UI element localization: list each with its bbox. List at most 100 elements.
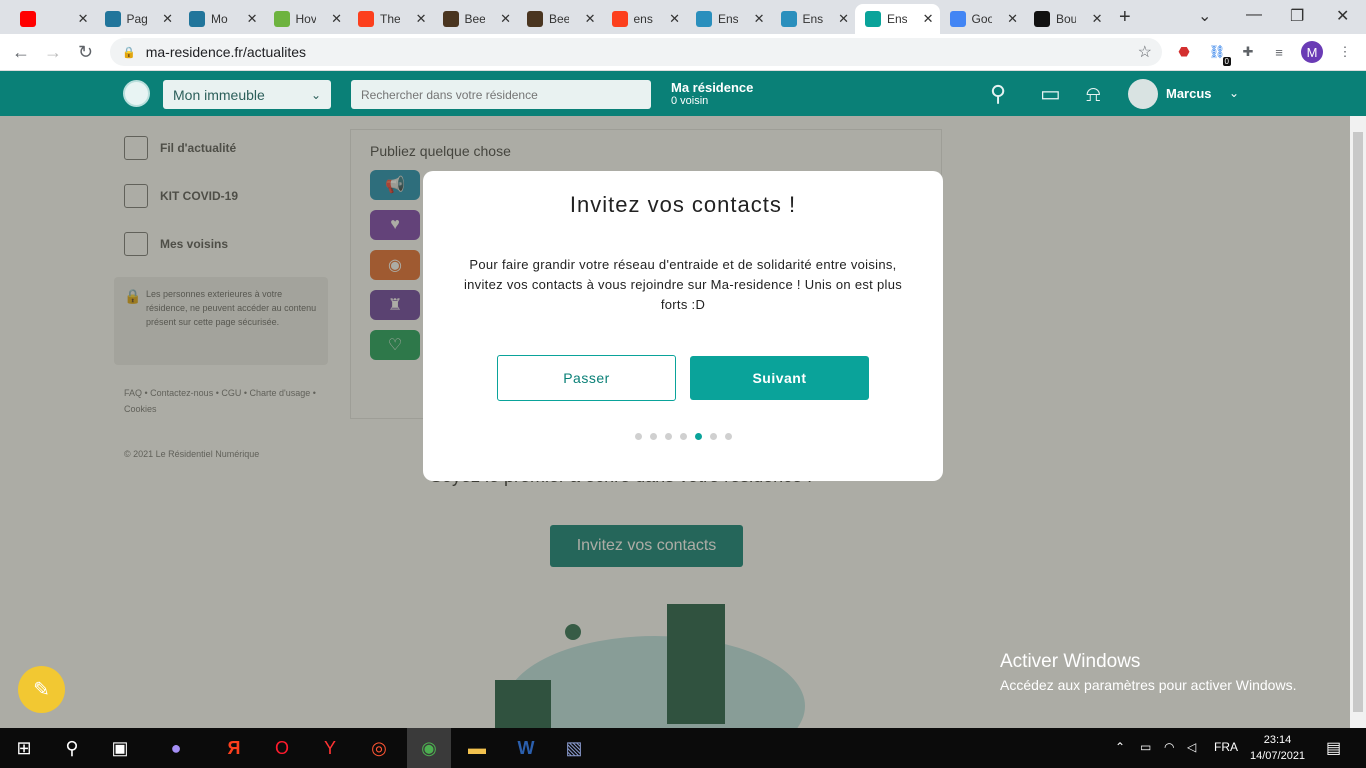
- tab-9[interactable]: Ens ✕: [686, 4, 771, 34]
- d-icon: [1034, 11, 1050, 27]
- app-icon[interactable]: ▧: [562, 736, 586, 760]
- volume-icon[interactable]: ◁: [1187, 740, 1196, 754]
- browser-tab-bar: ✕ Pag ✕ Mo ✕ Hov ✕ The ✕ Bee ✕ Bee ✕ ens ✕ Ens ✕ Ens ✕ Ens ✕…: [0, 0, 1366, 34]
- building-select-label: Mon immeuble: [173, 86, 265, 103]
- language-indicator[interactable]: FRA: [1214, 740, 1238, 754]
- close-tab-icon[interactable]: ✕: [78, 11, 89, 27]
- tab-title: Ens: [718, 12, 738, 26]
- yandex-browser-icon[interactable]: Y: [318, 736, 342, 760]
- tab-1[interactable]: ✕: [10, 4, 95, 34]
- tab-12[interactable]: Goo ✕: [940, 4, 1025, 34]
- link-extension-icon[interactable]: ⛓ 0: [1207, 42, 1231, 66]
- battery-icon[interactable]: ▭: [1140, 740, 1151, 754]
- close-tab-icon[interactable]: ✕: [1007, 11, 1018, 27]
- close-tab-icon[interactable]: ✕: [585, 11, 596, 27]
- close-tab-icon[interactable]: ✕: [923, 11, 934, 27]
- close-tab-icon[interactable]: ✕: [1092, 11, 1103, 27]
- page-scrollbar[interactable]: [1350, 116, 1366, 728]
- ma-residence-icon: [865, 11, 881, 27]
- opera-icon[interactable]: O: [270, 736, 294, 760]
- word-icon[interactable]: W: [514, 736, 538, 760]
- forward-icon[interactable]: →: [44, 42, 62, 63]
- reload-icon[interactable]: ↻: [78, 42, 93, 63]
- url-text: ma-residence.fr/actualites: [145, 44, 306, 60]
- close-tab-icon[interactable]: ✕: [838, 11, 849, 27]
- extensions-puzzle-icon[interactable]: ✚: [1238, 42, 1258, 62]
- media-control-icon[interactable]: ≡: [1269, 42, 1289, 62]
- close-tab-icon[interactable]: ✕: [331, 11, 342, 27]
- bookmark-star-icon[interactable]: ☆: [1138, 42, 1152, 62]
- file-explorer-icon[interactable]: ▬: [465, 736, 489, 760]
- step-dot[interactable]: [710, 433, 717, 440]
- feedback-fab[interactable]: ✎: [18, 666, 65, 713]
- skip-button[interactable]: Passer: [497, 355, 676, 401]
- user-avatar[interactable]: [1128, 79, 1158, 109]
- clock[interactable]: 23:14 14/07/2021: [1250, 732, 1305, 764]
- wifi-icon[interactable]: ◠: [1164, 740, 1174, 754]
- new-tab-icon[interactable]: +: [1119, 6, 1131, 29]
- next-button[interactable]: Suivant: [690, 356, 869, 400]
- step-dot[interactable]: [725, 433, 732, 440]
- close-window-icon[interactable]: ✕: [1336, 6, 1349, 26]
- tab-13[interactable]: Bou ✕: [1024, 4, 1109, 34]
- watermark-subtitle: Accédez aux paramètres pour activer Wind…: [1000, 677, 1297, 693]
- windows-start-icon[interactable]: ⊞: [12, 736, 36, 760]
- tab-title: Bee: [464, 12, 485, 26]
- search-input[interactable]: [351, 80, 651, 109]
- close-tab-icon[interactable]: ✕: [416, 11, 427, 27]
- add-user-icon[interactable]: ⚲: [990, 81, 1006, 107]
- restore-icon[interactable]: ❐: [1290, 6, 1304, 26]
- close-tab-icon[interactable]: ✕: [162, 11, 173, 27]
- tab-6[interactable]: Bee ✕: [433, 4, 518, 34]
- notifications-icon[interactable]: ▤: [1326, 738, 1341, 758]
- profile-avatar[interactable]: M: [1301, 41, 1323, 63]
- tab-3[interactable]: Mo ✕: [179, 4, 264, 34]
- step-dot[interactable]: [650, 433, 657, 440]
- step-dot[interactable]: [635, 433, 642, 440]
- tab-7[interactable]: Bee ✕: [517, 4, 602, 34]
- tab-11[interactable]: Ens ✕: [855, 4, 940, 34]
- step-dot[interactable]: [665, 433, 672, 440]
- bell-icon[interactable]: ⍾: [1086, 81, 1101, 107]
- minimize-icon[interactable]: —: [1246, 6, 1262, 24]
- menu-kebab-icon[interactable]: ⋮: [1335, 42, 1355, 62]
- search-icon[interactable]: ⚲: [60, 736, 84, 760]
- lock-icon: 🔒: [122, 46, 136, 59]
- tab-title: The: [380, 12, 400, 26]
- invite-modal: Invitez vos contacts ! Pour faire grandi…: [423, 171, 943, 481]
- user-name[interactable]: Marcus: [1166, 86, 1212, 101]
- alice-icon[interactable]: ●: [164, 736, 188, 760]
- tab-8[interactable]: ens ✕: [602, 4, 687, 34]
- tab-2[interactable]: Pag ✕: [95, 4, 180, 34]
- tab-title: Pag: [126, 12, 147, 26]
- building-select[interactable]: Mon immeuble ⌄: [163, 80, 331, 109]
- tab-10[interactable]: Ens ✕: [771, 4, 856, 34]
- step-dot[interactable]: [680, 433, 687, 440]
- chrome-icon[interactable]: ◉: [407, 728, 451, 768]
- residence-title: Ma résidence: [671, 80, 754, 95]
- tab-title: Ens: [887, 12, 907, 26]
- tab-search-icon[interactable]: ⌄: [1198, 6, 1211, 26]
- tray-chevron-icon[interactable]: ⌃: [1115, 740, 1125, 754]
- task-view-icon[interactable]: ▣: [108, 736, 132, 760]
- close-tab-icon[interactable]: ✕: [754, 11, 765, 27]
- windows-activation-watermark: Activer Windows Accédez aux paramètres p…: [1000, 651, 1296, 693]
- extension-badge: 0: [1222, 57, 1231, 66]
- browser-toolbar: ← → ↻ 🔒 ma-residence.fr/actualites ☆ ⬣ ⛓…: [0, 34, 1366, 71]
- chevron-down-icon[interactable]: ⌄: [1229, 86, 1239, 100]
- address-bar[interactable]: 🔒 ma-residence.fr/actualites ☆: [110, 38, 1162, 66]
- close-tab-icon[interactable]: ✕: [500, 11, 511, 27]
- tab-title: ens: [633, 12, 653, 26]
- tab-4[interactable]: Hov ✕: [264, 4, 349, 34]
- close-tab-icon[interactable]: ✕: [247, 11, 258, 27]
- chat-icon[interactable]: ▭: [1040, 81, 1061, 107]
- tab-5[interactable]: The ✕: [348, 4, 433, 34]
- close-tab-icon[interactable]: ✕: [669, 11, 680, 27]
- back-icon[interactable]: ←: [12, 42, 30, 63]
- adblock-extension-icon[interactable]: ⬣: [1174, 42, 1194, 62]
- site-logo[interactable]: [123, 80, 150, 107]
- yandex-icon[interactable]: Я: [222, 736, 246, 760]
- scrollbar-thumb[interactable]: [1353, 132, 1363, 712]
- step-dot[interactable]: [695, 433, 702, 440]
- app-icon[interactable]: ◎: [367, 736, 391, 760]
